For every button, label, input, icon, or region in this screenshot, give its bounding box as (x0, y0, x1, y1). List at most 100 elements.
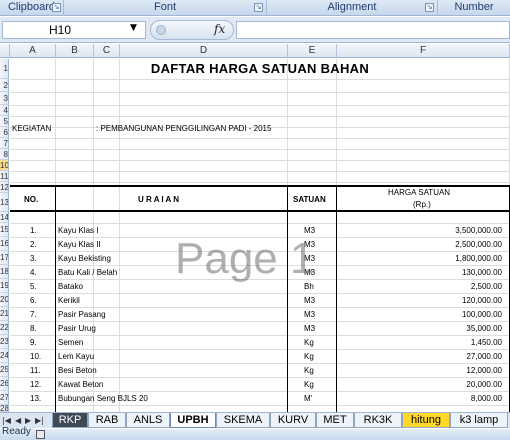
column-header-a[interactable]: A (10, 44, 56, 58)
tab-k3-lamp[interactable]: k3 lamp (450, 413, 508, 428)
item-uraian: Besi Beton (58, 366, 97, 375)
item-uraian: Batu Kali / Belah (58, 268, 118, 277)
row-header[interactable]: 3 (0, 92, 9, 105)
item-harga: 100,000.00 (461, 310, 502, 319)
item-satuan: Kg (304, 352, 314, 361)
column-header-c[interactable]: C (94, 44, 120, 58)
resize-handle-icon[interactable] (156, 25, 166, 35)
item-harga: 1,800,000.00 (455, 254, 502, 263)
tab-kurv[interactable]: KURV (270, 413, 316, 428)
row-header[interactable]: 25 (0, 363, 9, 377)
item-harga: 2,500,000.00 (455, 240, 502, 249)
row-header[interactable]: 12 (0, 182, 9, 193)
row-header[interactable]: 11 (0, 171, 9, 182)
ribbon-group-bar: Clipboard ↘ Font ↘ Alignment ↘ Number (0, 0, 510, 16)
row-header[interactable]: 5 (0, 116, 9, 127)
item-no: 5. (30, 282, 37, 291)
ribbon-group-font[interactable]: Font ↘ (64, 0, 267, 16)
item-harga: 130,000.00 (461, 268, 502, 277)
row-header[interactable]: 7 (0, 138, 9, 149)
gridline (10, 391, 510, 392)
row-header[interactable]: 15 (0, 223, 9, 237)
macro-record-icon[interactable] (36, 430, 45, 439)
row-header[interactable]: 28 (0, 405, 9, 412)
item-satuan: M3 (304, 310, 316, 319)
item-harga: 35,000.00 (466, 324, 502, 333)
dialog-launcher-icon[interactable]: ↘ (425, 3, 434, 12)
dialog-launcher-icon[interactable]: ↘ (52, 3, 61, 12)
row-header[interactable]: 27 (0, 391, 9, 405)
item-no: 10. (30, 352, 42, 361)
gridline (119, 59, 120, 412)
item-no: 1. (30, 226, 37, 235)
item-no: 13. (30, 394, 42, 403)
first-sheet-icon[interactable]: |◀ (2, 416, 11, 425)
row-header[interactable]: 24 (0, 349, 9, 363)
item-satuan: M3 (304, 296, 316, 305)
item-no: 7. (30, 310, 37, 319)
row-header[interactable]: 20 (0, 293, 9, 307)
row-header[interactable]: 8 (0, 149, 9, 160)
tab-rk3k[interactable]: RK3K (354, 413, 402, 428)
gridline (10, 116, 510, 117)
sheet-title: DAFTAR HARGA SATUAN BAHAN (150, 61, 370, 76)
last-sheet-icon[interactable]: ▶| (35, 416, 44, 425)
row-header[interactable]: 17 (0, 251, 9, 265)
item-satuan: Kg (304, 366, 314, 375)
column-header-e[interactable]: E (288, 44, 337, 58)
row-header[interactable]: 18 (0, 265, 9, 279)
tab-met[interactable]: MET (316, 413, 354, 428)
ribbon-group-clipboard[interactable]: Clipboard ↘ (0, 0, 64, 16)
tab-anls[interactable]: ANLS (126, 413, 170, 428)
item-no: 3. (30, 254, 37, 263)
row-header[interactable]: 1 (0, 59, 9, 79)
item-harga: 120,000.00 (461, 296, 502, 305)
row-header[interactable]: 19 (0, 279, 9, 293)
ribbon-group-number[interactable]: Number (438, 0, 510, 16)
item-harga: 20,000.00 (466, 380, 502, 389)
item-uraian: Batako (58, 282, 83, 291)
tab-rkp[interactable]: RKP (52, 413, 88, 428)
row-header[interactable]: 23 (0, 335, 9, 349)
formula-input[interactable] (236, 21, 510, 39)
chevron-down-icon[interactable]: ▼ (130, 23, 137, 33)
tab-rab[interactable]: RAB (88, 413, 126, 428)
insert-function-icon[interactable]: fx (214, 22, 225, 36)
row-header[interactable]: 13 (0, 193, 9, 212)
row-header[interactable]: 21 (0, 307, 9, 321)
gridline (10, 307, 510, 308)
item-uraian: Pasir Urug (58, 324, 96, 333)
prev-sheet-icon[interactable]: ◀ (15, 416, 21, 425)
row-header[interactable]: 16 (0, 237, 9, 251)
item-satuan: Kg (304, 380, 314, 389)
tab-skema[interactable]: SKEMA (216, 413, 270, 428)
column-header-b[interactable]: B (56, 44, 94, 58)
row-header[interactable]: 6 (0, 127, 9, 138)
row-header[interactable]: 22 (0, 321, 9, 335)
dialog-launcher-icon[interactable]: ↘ (254, 3, 263, 12)
row-header[interactable]: 14 (0, 212, 9, 223)
tab-upbh[interactable]: UPBH (170, 413, 216, 428)
name-box[interactable]: H10 (2, 21, 146, 39)
row-header[interactable]: 26 (0, 377, 9, 391)
sheet-tab-bar: |◀ ◀ ▶ ▶| RKP RAB ANLS UPBH SKEMA KURV M… (0, 412, 510, 428)
item-uraian: Kerikil (58, 296, 80, 305)
ribbon-group-alignment[interactable]: Alignment ↘ (267, 0, 438, 16)
row-header-selected[interactable]: 10 (0, 160, 9, 171)
row-header[interactable]: 2 (0, 79, 9, 92)
header-satuan: SATUAN (293, 195, 326, 204)
row-header[interactable]: 4 (0, 105, 9, 116)
column-header-d[interactable]: D (120, 44, 288, 58)
header-harga-satuan: HARGA SATUAN (388, 188, 451, 197)
header-harga-unit: (Rp.) (413, 200, 431, 209)
gridline (10, 149, 510, 150)
gridline (10, 171, 510, 172)
select-all-corner[interactable] (0, 44, 10, 58)
gridline (10, 335, 510, 336)
next-sheet-icon[interactable]: ▶ (25, 416, 31, 425)
column-header-f[interactable]: F (337, 44, 510, 58)
worksheet-grid[interactable]: DAFTAR HARGA SATUAN BAHAN KEGIATAN : PEM… (10, 59, 510, 412)
tab-hitung[interactable]: hitung (402, 413, 450, 428)
kegiatan-value: : PEMBANGUNAN PENGGILINGAN PADI - 2015 (96, 124, 272, 133)
item-satuan: Kg (304, 338, 314, 347)
